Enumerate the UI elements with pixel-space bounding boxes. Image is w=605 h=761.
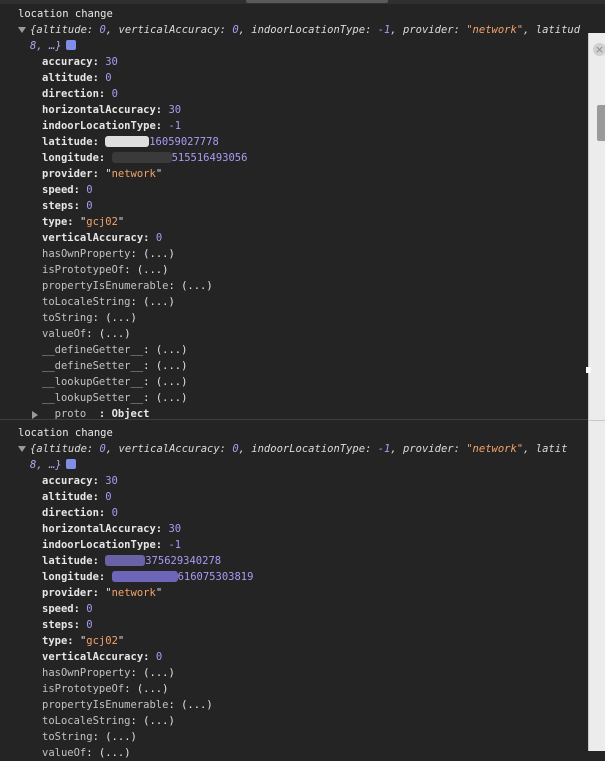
prop-steps: steps: 0 <box>42 619 93 631</box>
object-summary-continued: 8, …} <box>0 457 588 473</box>
panel-thumbnail[interactable] <box>597 105 605 141</box>
method-row[interactable]: __defineSetter__: (...) <box>0 358 588 374</box>
log-entry: location change {altitude: 0, verticalAc… <box>0 425 588 761</box>
prop-provider: provider: "network" <box>42 168 163 180</box>
log-divider <box>0 419 588 420</box>
prop-altitude: altitude: 0 <box>42 72 112 84</box>
prop-steps: steps: 0 <box>42 200 93 212</box>
method-row[interactable]: valueOf: (...) <box>0 745 588 761</box>
method-row[interactable]: hasOwnProperty: (...) <box>0 246 588 262</box>
method-row[interactable]: propertyIsEnumerable: (...) <box>0 697 588 713</box>
prop-direction: direction: 0 <box>42 88 118 100</box>
method-row[interactable]: isPrototypeOf: (...) <box>0 681 588 697</box>
object-summary[interactable]: {altitude: 0, verticalAccuracy: 0, indoo… <box>0 22 588 38</box>
prop-vertical-accuracy: verticalAccuracy: 0 <box>42 232 163 244</box>
redacted-mask <box>105 555 146 566</box>
object-summary-continued: 8, …} <box>0 38 588 54</box>
prop-horizontal-accuracy: horizontalAccuracy: 30 <box>42 104 182 116</box>
info-icon[interactable] <box>65 459 76 469</box>
summary-text: {altitude: 0, verticalAccuracy: 0, indoo… <box>30 443 568 455</box>
prop-altitude: altitude: 0 <box>42 491 112 503</box>
expand-toggle-icon[interactable] <box>18 27 26 33</box>
method-row[interactable]: __lookupGetter__: (...) <box>0 374 588 390</box>
redacted-mask <box>111 571 178 582</box>
method-row[interactable]: valueOf: (...) <box>0 326 588 342</box>
log-message: location change <box>18 8 113 20</box>
prop-indoor-location-type: indoorLocationType: -1 <box>42 539 182 551</box>
log-message: location change <box>18 427 113 439</box>
top-search-field[interactable] <box>246 0 388 3</box>
expand-arrow-icon[interactable] <box>32 411 38 419</box>
prop-longitude: longitude: 515516493056 <box>42 152 248 164</box>
side-panel: × <box>586 33 605 751</box>
prop-horizontal-accuracy: horizontalAccuracy: 30 <box>42 523 182 535</box>
prop-speed: speed: 0 <box>42 184 93 196</box>
prop-direction: direction: 0 <box>42 507 118 519</box>
summary-text: {altitude: 0, verticalAccuracy: 0, indoo… <box>30 24 581 36</box>
method-row[interactable]: hasOwnProperty: (...) <box>0 665 588 681</box>
expand-toggle-icon[interactable] <box>18 446 26 452</box>
redacted-mask <box>111 152 172 163</box>
method-row[interactable]: propertyIsEnumerable: (...) <box>0 278 588 294</box>
prop-provider: provider: "network" <box>42 587 163 599</box>
method-row[interactable]: __lookupSetter__: (...) <box>0 390 588 406</box>
log-entry: location change {altitude: 0, verticalAc… <box>0 6 588 422</box>
prop-type: type: "gcj02" <box>42 216 125 228</box>
method-row[interactable]: __defineGetter__: (...) <box>0 342 588 358</box>
prop-accuracy: accuracy: 30 <box>42 56 118 68</box>
top-bar <box>0 0 605 4</box>
console-panel: location change {altitude: 0, verticalAc… <box>0 6 588 761</box>
prop-vertical-accuracy: verticalAccuracy: 0 <box>42 651 163 663</box>
prop-type: type: "gcj02" <box>42 635 125 647</box>
object-summary[interactable]: {altitude: 0, verticalAccuracy: 0, indoo… <box>0 441 588 457</box>
prop-latitude: latitude: 16059027778 <box>42 136 219 148</box>
close-icon[interactable]: × <box>593 43 605 56</box>
prop-indoor-location-type: indoorLocationType: -1 <box>42 120 182 132</box>
method-row[interactable]: toLocaleString: (...) <box>0 713 588 729</box>
method-row[interactable]: isPrototypeOf: (...) <box>0 262 588 278</box>
prop-speed: speed: 0 <box>42 603 93 615</box>
panel-divider <box>589 420 605 421</box>
panel-edge-marker <box>586 367 591 373</box>
prop-accuracy: accuracy: 30 <box>42 475 118 487</box>
method-row[interactable]: toString: (...) <box>0 310 588 326</box>
prop-longitude: longitude: 616075303819 <box>42 571 254 583</box>
method-row[interactable]: toLocaleString: (...) <box>0 294 588 310</box>
method-row[interactable]: toString: (...) <box>0 729 588 745</box>
redacted-mask <box>105 136 150 147</box>
prop-latitude: latitude: 375629340278 <box>42 555 222 567</box>
info-icon[interactable] <box>65 40 76 50</box>
